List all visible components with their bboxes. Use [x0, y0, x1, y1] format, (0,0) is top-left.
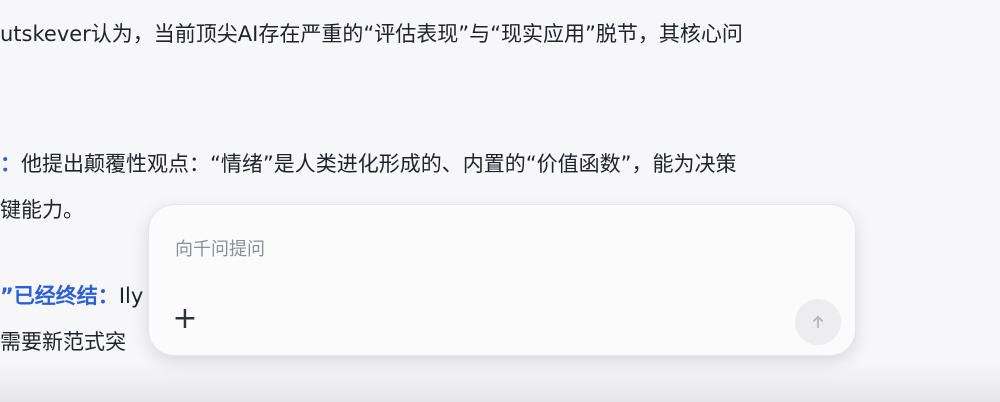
article-text: utskever认为，当前顶尖AI存在严重的“评估表现”与“现实应用”脱节，其核…	[0, 22, 743, 46]
arrow-up-icon	[812, 315, 824, 329]
article-text: 键能力。	[0, 198, 84, 222]
composer-input-placeholder[interactable]: 向千问提问	[175, 235, 265, 261]
article-line-3: 键能力。	[0, 194, 84, 226]
article-strong-text: ”已经终结：	[0, 284, 119, 308]
article-text: 他提出颠覆性观点：“情绪”是人类进化形成的、内置的“价值函数”，能为决策	[21, 152, 737, 176]
article-line-5: 需要新范式突	[0, 326, 126, 358]
add-icon-glyph: +	[172, 301, 198, 336]
article-text: 需要新范式突	[0, 330, 126, 354]
article-text: Ily	[118, 284, 144, 308]
chat-composer[interactable]: 向千问提问 +	[148, 204, 856, 356]
article-line-4: ”已经终结：Ily	[0, 280, 143, 312]
article-line-2: ：他提出颠覆性观点：“情绪”是人类进化形成的、内置的“价值函数”，能为决策	[0, 148, 737, 180]
send-button[interactable]	[795, 299, 841, 345]
article-line-1: utskever认为，当前顶尖AI存在严重的“评估表现”与“现实应用”脱节，其核…	[0, 18, 743, 50]
bottom-fade	[0, 364, 1000, 402]
add-icon[interactable]: +	[169, 303, 201, 335]
article-strong-text: ：	[0, 152, 21, 176]
